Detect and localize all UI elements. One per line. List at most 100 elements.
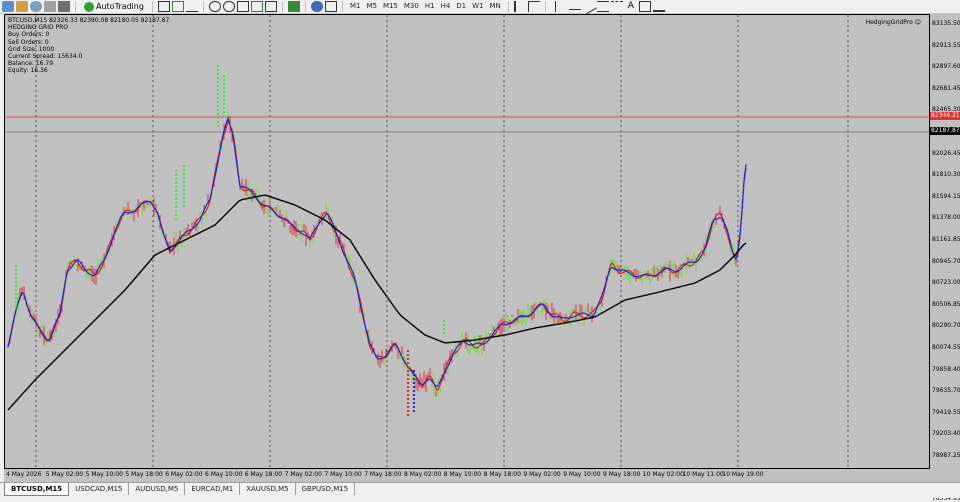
tab-xauusd-m5[interactable]: XAUUSD,M5 xyxy=(240,483,296,495)
sell-grid-marker xyxy=(407,358,409,360)
sell-grid-marker xyxy=(407,414,409,416)
buy-grid-marker xyxy=(175,214,177,216)
tile-windows-icon[interactable] xyxy=(236,1,249,12)
sell-grid-marker xyxy=(407,410,409,412)
price-axis-label: 80290.70 xyxy=(932,322,960,330)
timeframe-m5[interactable]: M5 xyxy=(364,1,379,12)
buy-grid-marker xyxy=(175,170,177,172)
buy-grid-marker xyxy=(183,205,185,207)
buy-grid-marker xyxy=(217,73,219,75)
channel-icon[interactable] xyxy=(596,1,609,12)
buy-grid-marker xyxy=(175,206,177,208)
timeframe-m30[interactable]: M30 xyxy=(402,1,421,12)
buy-grid-marker xyxy=(15,277,17,279)
chart-plot-area[interactable]: BTCUSD,M15 82326.33 82390.08 82180.05 82… xyxy=(4,14,930,469)
chart-shift-icon[interactable] xyxy=(264,1,277,12)
buy-grid-marker xyxy=(217,69,219,71)
fibonacci-icon[interactable] xyxy=(610,1,623,12)
candlestick-icon[interactable] xyxy=(171,1,184,12)
buy-grid-marker xyxy=(183,193,185,195)
cursor-icon[interactable] xyxy=(513,1,526,12)
price-axis[interactable]: 83135.50 82913.55 82897.60 82681.45 82465.30… xyxy=(930,14,960,502)
black-moving-average-line xyxy=(7,194,747,411)
navigator-icon[interactable] xyxy=(44,1,56,12)
current-spread-text: Current Spread: 15634.0 xyxy=(8,53,83,61)
buy-grid-marker xyxy=(443,332,445,334)
time-axis-label: 7 May 18:00 xyxy=(364,471,402,478)
bar-chart-icon[interactable] xyxy=(157,1,170,12)
chart-window: BTCUSD,M15 82326.33 82390.08 82180.05 82… xyxy=(4,14,960,502)
ask-price-tag: 82344.21 xyxy=(930,112,960,120)
trendline-icon[interactable] xyxy=(580,0,597,15)
market-watch-icon[interactable] xyxy=(30,1,42,12)
zoom-out-icon[interactable] xyxy=(222,1,235,12)
price-axis-label: 81378.00 xyxy=(932,214,960,222)
tab-usdcad-m15[interactable]: USDCAD,M15 xyxy=(69,483,130,495)
periods-icon[interactable] xyxy=(310,1,323,12)
buy-grid-marker xyxy=(217,89,219,91)
terminal-icon[interactable] xyxy=(58,1,70,12)
buy-grid-marker xyxy=(175,202,177,204)
time-axis-label: 5 May 02:00 xyxy=(45,471,84,478)
timeframe-m1[interactable]: M1 xyxy=(348,1,363,12)
sell-grid-marker xyxy=(413,374,415,376)
tab-audusd-m5[interactable]: AUDUSD,M5 xyxy=(129,483,186,495)
timeframe-w1[interactable]: W1 xyxy=(470,1,485,12)
timeframe-h1[interactable]: H1 xyxy=(423,1,437,12)
horizontal-line-icon[interactable] xyxy=(568,9,581,10)
toolbar-separator xyxy=(151,1,153,12)
autoscroll-icon[interactable] xyxy=(250,1,263,12)
tab-gbpusd-m15[interactable]: GBPUSD,M15 xyxy=(296,483,356,495)
sell-grid-marker xyxy=(407,394,409,396)
buy-grid-marker xyxy=(15,297,17,299)
line-chart-icon[interactable] xyxy=(185,1,198,12)
buy-grid-marker xyxy=(223,91,225,93)
buy-grid-marker xyxy=(217,121,219,123)
timeframe-mn[interactable]: MN xyxy=(488,1,503,12)
templates-icon[interactable] xyxy=(324,1,337,12)
buy-grid-marker xyxy=(183,177,185,179)
buy-grid-marker xyxy=(223,87,225,89)
buy-grid-marker xyxy=(217,85,219,87)
timeframe-m15[interactable]: M15 xyxy=(381,1,400,12)
buy-grid-marker xyxy=(223,83,225,85)
price-axis-label: 82026.45 xyxy=(932,149,960,157)
time-axis-label: 8 May 10:00 xyxy=(443,471,482,478)
autotrading-button[interactable]: AutoTrading xyxy=(81,1,147,13)
buy-grid-marker xyxy=(175,210,177,212)
indicators-icon[interactable] xyxy=(287,1,300,12)
price-axis-label: 80506.85 xyxy=(932,300,960,308)
buy-grid-marker xyxy=(15,301,17,303)
profiles-icon[interactable] xyxy=(16,1,28,12)
time-axis-label: 4 May 2026 xyxy=(6,471,42,478)
time-axis-label: 9 May 18:00 xyxy=(603,471,641,478)
expert-advisor-label[interactable]: HedgingGridPro ☺ xyxy=(866,19,921,26)
sell-grid-marker xyxy=(407,378,409,380)
text-tool-icon[interactable]: A xyxy=(625,1,637,12)
crosshair-icon[interactable] xyxy=(527,1,540,12)
buy-grid-marker xyxy=(223,111,225,113)
buy-grid-marker xyxy=(217,81,219,83)
vertical-line-icon[interactable] xyxy=(554,1,567,12)
text-label-icon[interactable] xyxy=(638,1,651,12)
tab-eurcad-m1[interactable]: EURCAD,M1 xyxy=(185,483,241,495)
zoom-in-icon[interactable] xyxy=(208,1,221,12)
arrows-icon[interactable] xyxy=(652,1,665,12)
timeframe-d1[interactable]: D1 xyxy=(454,1,468,12)
balance-text: Balance: 16.79 xyxy=(8,60,54,68)
sell-grid-marker xyxy=(413,410,415,412)
buy-grid-marker xyxy=(15,265,17,267)
price-axis-label: 80723.00 xyxy=(932,279,960,287)
buy-grid-marker xyxy=(15,289,17,291)
price-axis-label: 83135.50 xyxy=(932,20,960,27)
buy-grid-marker xyxy=(223,79,225,81)
tab-btcusd-m15[interactable]: BTCUSD,M15 xyxy=(4,483,70,496)
sell-grid-marker xyxy=(407,402,409,404)
buy-grid-marker xyxy=(217,117,219,119)
time-axis[interactable]: 4 May 2026 5 May 02:00 5 May 10:00 5 May 18… xyxy=(4,469,960,482)
toolbar-separator xyxy=(544,1,546,12)
blue-moving-average-line xyxy=(7,116,747,388)
new-chart-icon[interactable] xyxy=(2,1,14,12)
timeframe-h4[interactable]: H4 xyxy=(439,1,453,12)
price-axis-label: 79203.40 xyxy=(932,430,960,438)
